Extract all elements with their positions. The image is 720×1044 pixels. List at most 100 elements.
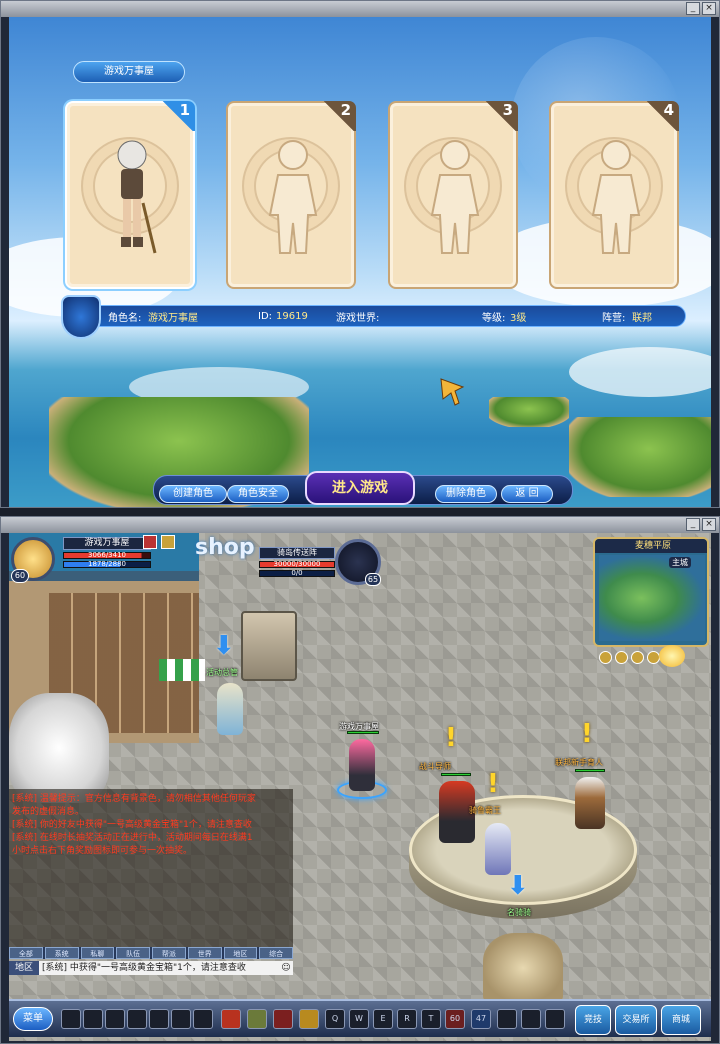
chat-input[interactable]: [系统] 中获得"一号高级黄金宝箱"1个，请注意查收 [39,961,279,975]
chat-tab[interactable]: 世界 [187,947,222,959]
delete-character-button[interactable]: 删除角色 [435,485,497,503]
minimize-button[interactable]: _ [686,2,700,15]
slot-number: 2 [322,101,356,131]
skill-slot[interactable] [247,1009,267,1029]
shortcut-slot[interactable] [83,1009,103,1029]
hotkey-slot[interactable]: R [397,1009,417,1029]
character-slot-4[interactable]: 4 [549,101,679,289]
emoji-icon[interactable]: ☺ [279,961,293,975]
character-info-bar: 角色名: 游戏万事屋 ID: 19619 游戏世界: 等级: 3级 阵营: 联邦 [61,305,686,327]
target-hp-bar: 30000/30000 [259,561,335,568]
minimap-button[interactable] [631,651,644,664]
quest-available-icon: ! [487,769,499,799]
buff-icon[interactable] [143,535,157,549]
chat-panel: [系统] 温馨提示：官方信息有背景色，请勿相信其他任何玩家 发布的虚假消息。 [… [9,789,293,949]
shortcut-slot[interactable] [105,1009,125,1029]
shortcut-slot[interactable] [127,1009,147,1029]
character-slot-2[interactable]: 2 [226,101,356,289]
mall-button[interactable]: 商城 [661,1005,701,1035]
character-portrait [117,140,157,254]
player-mp-bar: 1878/2880 [63,561,151,568]
player-level-badge: 60 [11,569,29,583]
action-bar: 菜单 Q W E R T 60 47 竞技 交易所 商城 [9,999,711,1037]
skill-slot[interactable] [221,1009,241,1029]
player-hp-bar: 3066/3410 [63,552,151,559]
minimap[interactable]: 麦穗平原 主城 [593,537,709,647]
mp-potion-slot[interactable]: 47 [471,1009,491,1029]
character-slot-1[interactable]: 1 [65,101,195,289]
character-security-button[interactable]: 角色安全 [227,485,289,503]
minimap-button[interactable] [647,651,660,664]
npc-name-label: 活动总管 [206,668,238,677]
chat-input-row: 地区 [系统] 中获得"一号高级黄金宝箱"1个，请注意查收 ☺ [9,961,293,975]
chat-line: 小时点击右下角奖励图标即可参与一次抽奖。 [12,846,193,856]
shortcut-slot[interactable] [193,1009,213,1029]
minimap-button[interactable] [615,651,628,664]
npc-hp-bar [575,769,605,772]
npc-event-manager[interactable] [217,683,243,735]
minimap-buttons [599,651,660,664]
awning [159,659,205,681]
minimap-button[interactable] [599,651,612,664]
chat-line: 发布的虚假消息。 [12,807,85,817]
buff-icon[interactable] [161,535,175,549]
chat-channel-select[interactable]: 地区 [9,961,39,975]
hotkey-slot[interactable]: T [421,1009,441,1029]
minimize-button[interactable]: _ [686,518,700,531]
slot-number: 4 [645,101,679,131]
chat-tab[interactable]: 综合 [259,947,293,959]
chat-tab[interactable]: 队伍 [116,947,150,959]
quest-arrow-icon: ⬇ [213,631,235,661]
menu-button[interactable]: 菜单 [13,1007,53,1031]
chat-tab[interactable]: 私聊 [80,947,115,959]
vending-npc[interactable] [241,611,297,681]
character-slot-3[interactable]: 3 [388,101,518,289]
chat-tab[interactable]: 帮派 [152,947,186,959]
npc-hp-bar [441,773,471,776]
player-character[interactable] [349,739,375,791]
arena-button[interactable]: 竞技 [575,1005,611,1035]
hp-potion-slot[interactable]: 60 [445,1009,465,1029]
shortcut-slot[interactable] [497,1009,517,1029]
chat-tab[interactable]: 系统 [44,947,79,959]
npc-knight[interactable] [485,823,511,875]
chat-line: [系统] 在线时长抽奖活动正在进行中，活动期间每日在线满1 [12,833,253,843]
close-button[interactable]: × [702,2,716,15]
npc-newbie-trainer[interactable] [575,777,605,829]
game-window: _ × shop ⬇ 活动总管 游戏万事屋 ! 战斗导师 ! 骑鲁霸王 ! 联邦… [0,516,720,1044]
enter-game-button[interactable]: 进入游戏 [305,471,415,505]
shortcut-slot[interactable] [61,1009,81,1029]
camp-value: 联邦 [632,312,652,324]
name-label: 角色名: [108,312,142,324]
id-label: ID: [258,310,273,322]
game-world[interactable]: shop ⬇ 活动总管 游戏万事屋 ! 战斗导师 ! 骑鲁霸王 ! 联邦新手育人… [9,533,711,1041]
window-titlebar: _ × [1,517,719,533]
faction-crest-icon [61,295,101,339]
trade-button[interactable]: 交易所 [615,1005,657,1035]
close-button[interactable]: × [702,518,716,531]
level-value: 3级 [510,312,527,324]
shortcut-slot[interactable] [545,1009,565,1029]
stone-statue [483,933,563,1003]
camp-label: 阵营: [602,312,626,324]
shortcut-slot[interactable] [149,1009,169,1029]
hotkey-slot[interactable]: Q [325,1009,345,1029]
level-label: 等级: [482,312,506,324]
shortcut-slot[interactable] [171,1009,191,1029]
shortcut-slot[interactable] [521,1009,541,1029]
chat-tab[interactable]: 全部 [9,947,43,959]
chat-tab[interactable]: 地区 [223,947,258,959]
minimap-title: 麦穗平原 [595,539,707,553]
npc-name-label: 战斗导师 [419,762,451,771]
minimap-map[interactable] [599,555,705,641]
skill-slot[interactable] [273,1009,293,1029]
hotkey-slot[interactable]: E [373,1009,393,1029]
reward-icon[interactable] [659,645,685,667]
hotkey-slot[interactable]: W [349,1009,369,1029]
account-tab[interactable]: 游戏万事屋 [73,61,185,83]
back-button[interactable]: 返 回 [501,485,553,503]
create-character-button[interactable]: 创建角色 [159,485,227,503]
white-beast-npc[interactable] [9,693,109,803]
player-frame: 60 游戏万事屋 3066/3410 1878/2880 [9,533,159,589]
skill-slot[interactable] [299,1009,319,1029]
